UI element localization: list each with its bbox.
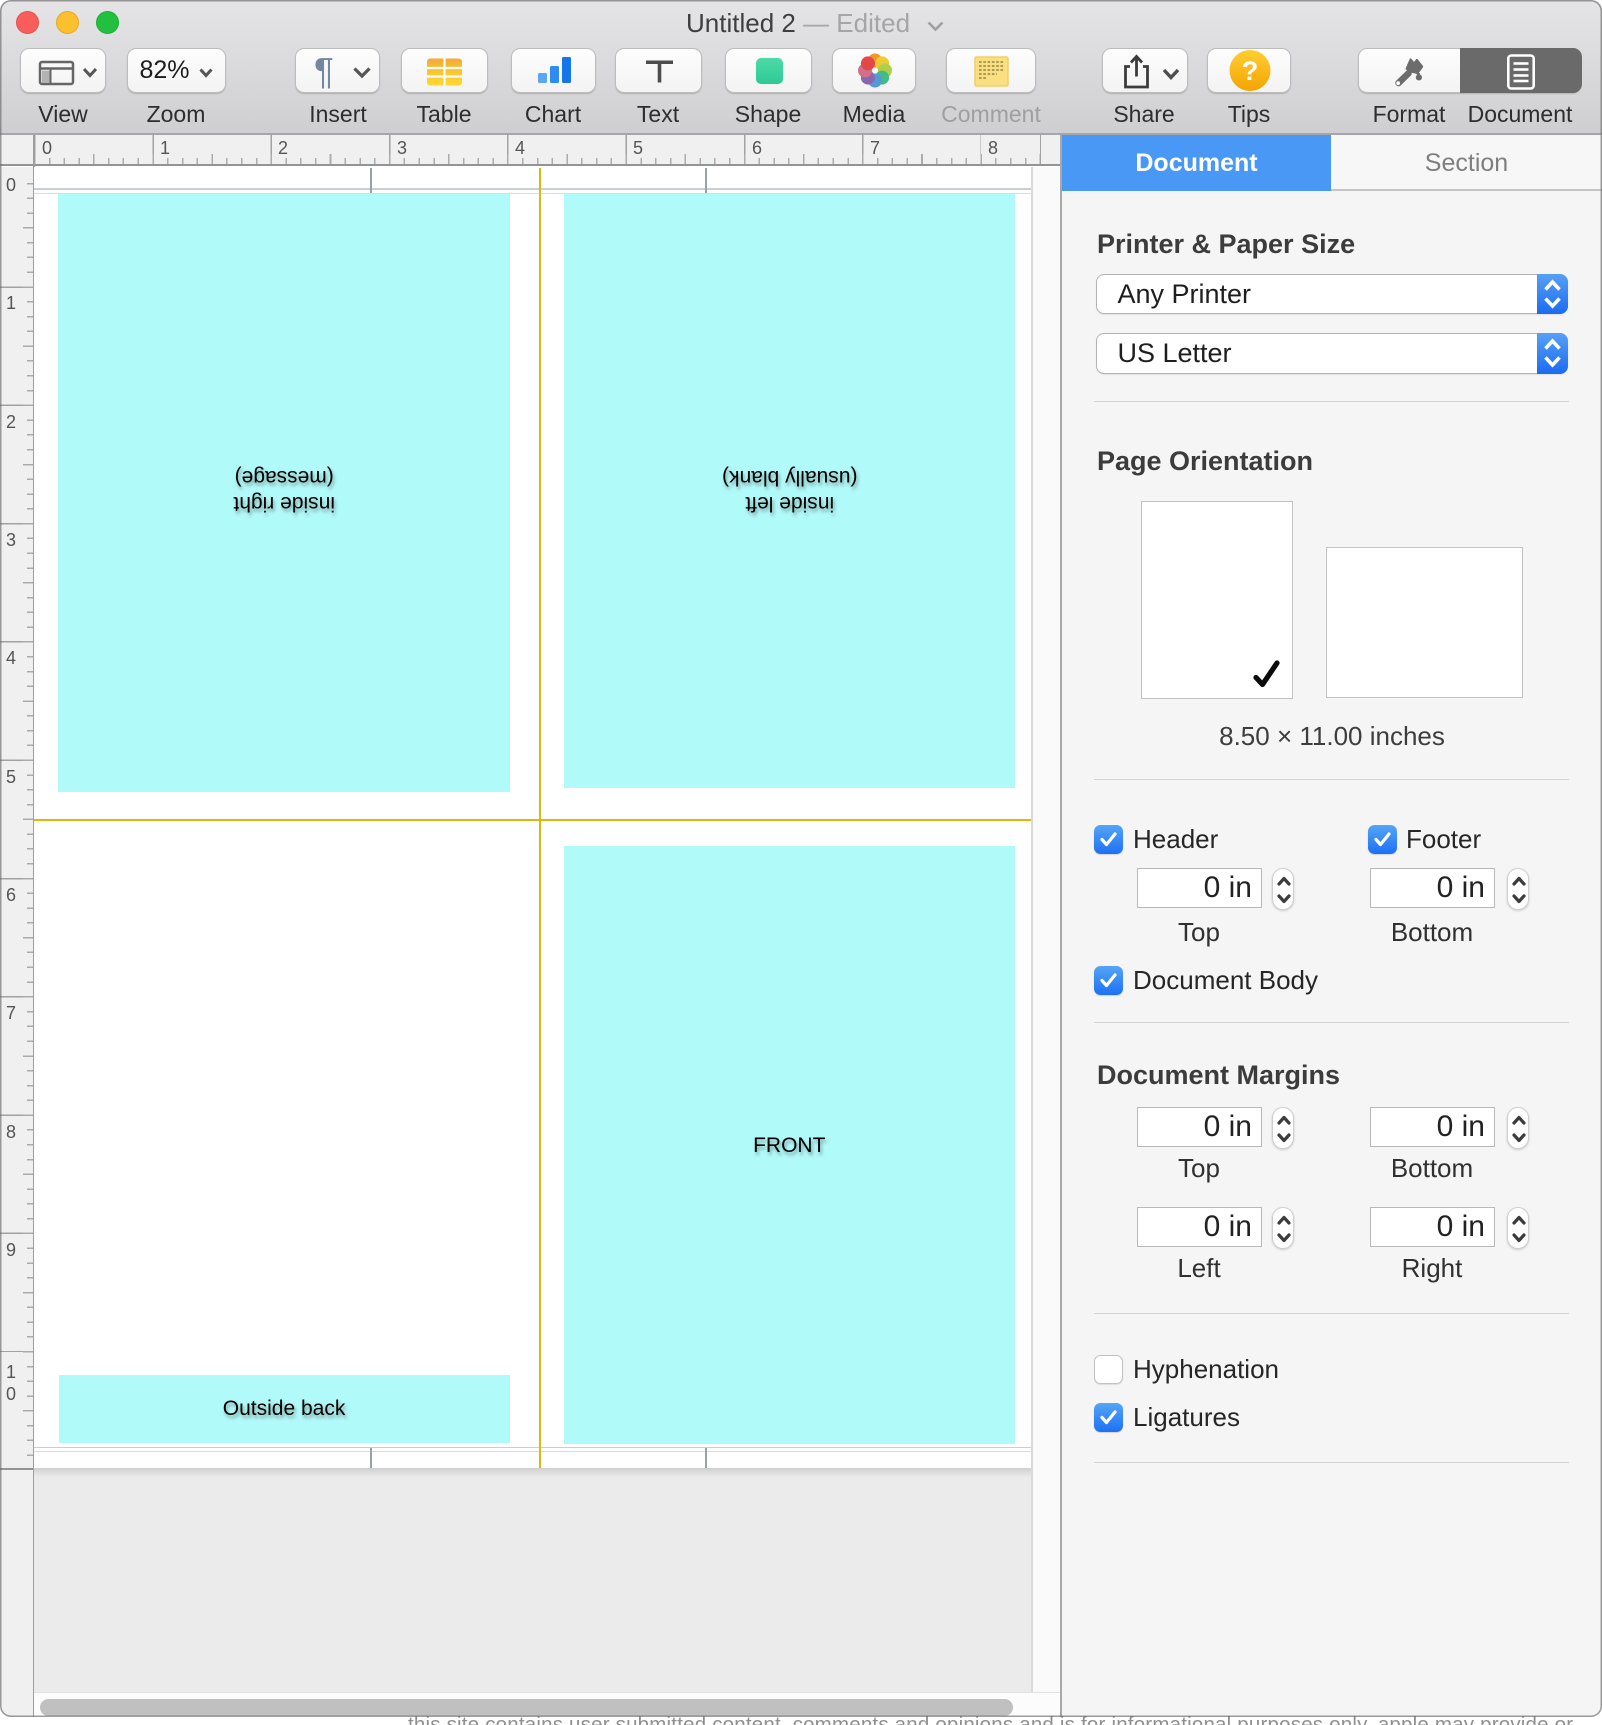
svg-text:¶: ¶	[314, 51, 334, 92]
svg-text:?: ?	[1242, 56, 1259, 86]
